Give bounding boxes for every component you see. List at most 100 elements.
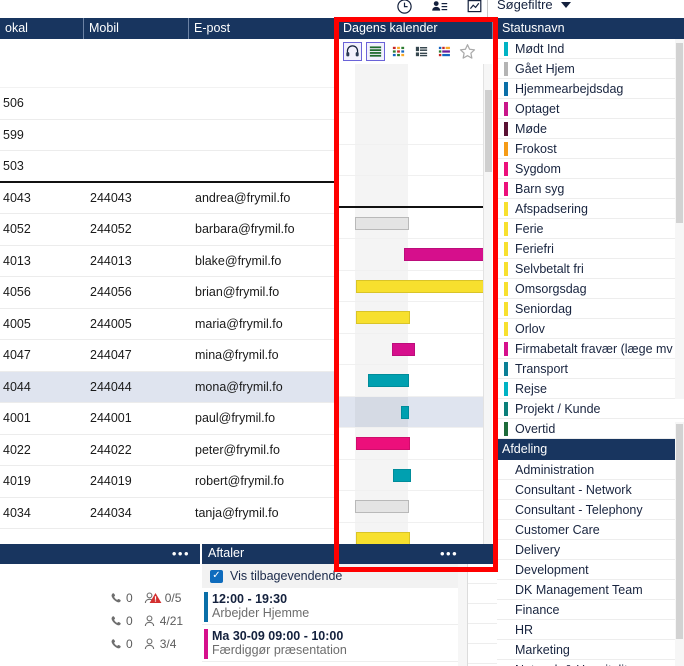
appointment-item[interactable]: Ma 30-09 09:00 - 10:00 Færdiggør præsent…: [202, 625, 467, 662]
headset-icon[interactable]: [343, 42, 362, 61]
status-item[interactable]: Optaget: [497, 99, 684, 119]
column-header-epost[interactable]: E-post: [188, 18, 337, 39]
chart-report-icon[interactable]: [466, 0, 483, 14]
calendar-bar[interactable]: [355, 500, 409, 513]
table-row[interactable]: 4047 244047 mina@frymil.fo: [0, 340, 335, 372]
calendar-row[interactable]: [337, 333, 492, 365]
department-item[interactable]: Finance: [497, 600, 684, 620]
status-item[interactable]: Overtid: [497, 419, 684, 439]
status-item[interactable]: Hjemmearbejdsdag: [497, 79, 684, 99]
department-item[interactable]: Delivery: [497, 540, 684, 560]
department-list-scrollbar[interactable]: [675, 422, 684, 666]
calendar-row[interactable]: [337, 491, 492, 523]
calendar-row-selected[interactable]: [337, 396, 492, 428]
column-header-lokal[interactable]: okal: [0, 18, 83, 39]
table-row[interactable]: 4052 244052 barbara@frymil.fo: [0, 214, 335, 246]
status-item[interactable]: Selvbetalt fri: [497, 259, 684, 279]
calendar-bar[interactable]: [355, 216, 409, 230]
column-header-mobil[interactable]: Mobil: [83, 18, 188, 39]
status-item[interactable]: Feriefri: [497, 239, 684, 259]
overflow-menu-icon[interactable]: •••: [172, 547, 190, 560]
calendar-bar[interactable]: [401, 405, 409, 419]
table-row[interactable]: 4013 244013 blake@frymil.fo: [0, 246, 335, 277]
calendar-bar[interactable]: [368, 374, 409, 387]
status-item[interactable]: Firmabetalt fravær (læge mv: [497, 339, 684, 359]
department-item[interactable]: Customer Care: [497, 520, 684, 540]
department-item[interactable]: Administration: [497, 460, 684, 480]
status-list-scrollbar[interactable]: [675, 39, 684, 399]
calendar-row[interactable]: [337, 270, 492, 302]
status-item[interactable]: Mødt Ind: [497, 39, 684, 59]
status-item[interactable]: Omsorgsdag: [497, 279, 684, 299]
status-item[interactable]: Frokost: [497, 139, 684, 159]
department-item[interactable]: Consultant - Telephony: [497, 500, 684, 520]
column-header-dagens-kalender[interactable]: Dagens kalender: [337, 18, 492, 39]
statusnavn-list[interactable]: Mødt Ind Gået Hjem Hjemmearbejdsdag Opta…: [497, 39, 684, 439]
status-list-scrollbar-thumb[interactable]: [676, 43, 683, 223]
grid-view-icon[interactable]: [389, 42, 408, 61]
table-row[interactable]: 599: [0, 120, 335, 151]
contact-card-icon[interactable]: [431, 0, 448, 14]
department-item[interactable]: Development: [497, 560, 684, 580]
status-item[interactable]: Seniordag: [497, 299, 684, 319]
list-view-icon[interactable]: [366, 42, 385, 61]
detail-list-icon[interactable]: [412, 42, 431, 61]
table-row[interactable]: 4034 244034 tanja@frymil.fo: [0, 498, 335, 529]
department-item[interactable]: DK Management Team: [497, 580, 684, 600]
status-item[interactable]: Rejse: [497, 379, 684, 399]
calendar-row[interactable]: [337, 207, 492, 239]
calendar-row[interactable]: [337, 176, 492, 208]
department-item[interactable]: Consultant - Network: [497, 480, 684, 500]
table-row[interactable]: 4056 244056 brian@frymil.fo: [0, 277, 335, 309]
department-item[interactable]: Network & Hospitality: [497, 660, 684, 666]
table-row-selected[interactable]: 4044 244044 mona@frymil.fo: [0, 371, 335, 403]
status-item[interactable]: Sygdom: [497, 159, 684, 179]
status-item[interactable]: Afspadsering: [497, 199, 684, 219]
calendar-row[interactable]: [337, 144, 492, 176]
favorite-star-icon[interactable]: [458, 42, 477, 61]
history-clock-icon[interactable]: [396, 0, 413, 14]
afdeling-list[interactable]: Administration Consultant - Network Cons…: [497, 460, 684, 666]
department-item[interactable]: HR: [497, 620, 684, 640]
status-item[interactable]: Gået Hjem: [497, 59, 684, 79]
calendar-bar[interactable]: [356, 279, 489, 293]
status-item[interactable]: Barn syg: [497, 179, 684, 199]
calendar-scrollbar-thumb[interactable]: [485, 90, 492, 172]
table-row[interactable]: 4043 244043 andrea@frymil.fo: [0, 183, 335, 214]
calendar-row[interactable]: [337, 239, 492, 271]
department-item[interactable]: Marketing: [497, 640, 684, 660]
aftaler-panel[interactable]: ✓ Vis tilbagevendende 12:00 - 19:30 Arbe…: [202, 564, 467, 666]
calendar-row[interactable]: [337, 428, 492, 460]
calendar-row[interactable]: [337, 113, 492, 145]
department-list-scrollbar-thumb[interactable]: [676, 424, 683, 639]
calendar-toolbar[interactable]: [337, 39, 492, 64]
search-filter-dropdown[interactable]: Søgefiltre: [497, 0, 571, 12]
calendar-bar[interactable]: [356, 531, 410, 544]
aftaler-scrollbar[interactable]: [458, 564, 467, 666]
table-row[interactable]: 4001 244001 paul@frymil.fo: [0, 403, 335, 435]
calendar-row[interactable]: [337, 302, 492, 334]
appointment-item[interactable]: 12:00 - 19:30 Arbejder Hjemme: [202, 588, 467, 625]
calendar-bar[interactable]: [404, 248, 489, 261]
table-row[interactable]: [0, 39, 335, 88]
calendar-bar[interactable]: [392, 342, 415, 356]
calendar-row[interactable]: [337, 64, 492, 113]
status-item[interactable]: Transport: [497, 359, 684, 379]
employee-table[interactable]: 506 599 503 4043 244043 andrea@frymil.fo…: [0, 39, 335, 544]
aftaler-overflow-menu-icon[interactable]: •••: [440, 547, 458, 560]
calendar-row[interactable]: [337, 522, 492, 544]
status-item[interactable]: Ferie: [497, 219, 684, 239]
calendar-bar[interactable]: [393, 468, 411, 482]
show-recurring-row[interactable]: ✓ Vis tilbagevendende: [202, 564, 467, 588]
calendar-row[interactable]: [337, 459, 492, 491]
status-item[interactable]: Orlov: [497, 319, 684, 339]
table-row[interactable]: 503: [0, 151, 335, 183]
show-recurring-checkbox[interactable]: ✓: [210, 569, 223, 583]
table-row[interactable]: 4019 244019 robert@frymil.fo: [0, 466, 335, 498]
status-item[interactable]: Projekt / Kunde: [497, 399, 684, 419]
calendar-bar[interactable]: [356, 311, 410, 324]
calendar-bar[interactable]: [356, 437, 410, 450]
table-row[interactable]: 4022 244022 peter@frymil.fo: [0, 435, 335, 466]
calendar-row[interactable]: [337, 365, 492, 397]
dagens-kalender-panel[interactable]: [337, 39, 492, 544]
